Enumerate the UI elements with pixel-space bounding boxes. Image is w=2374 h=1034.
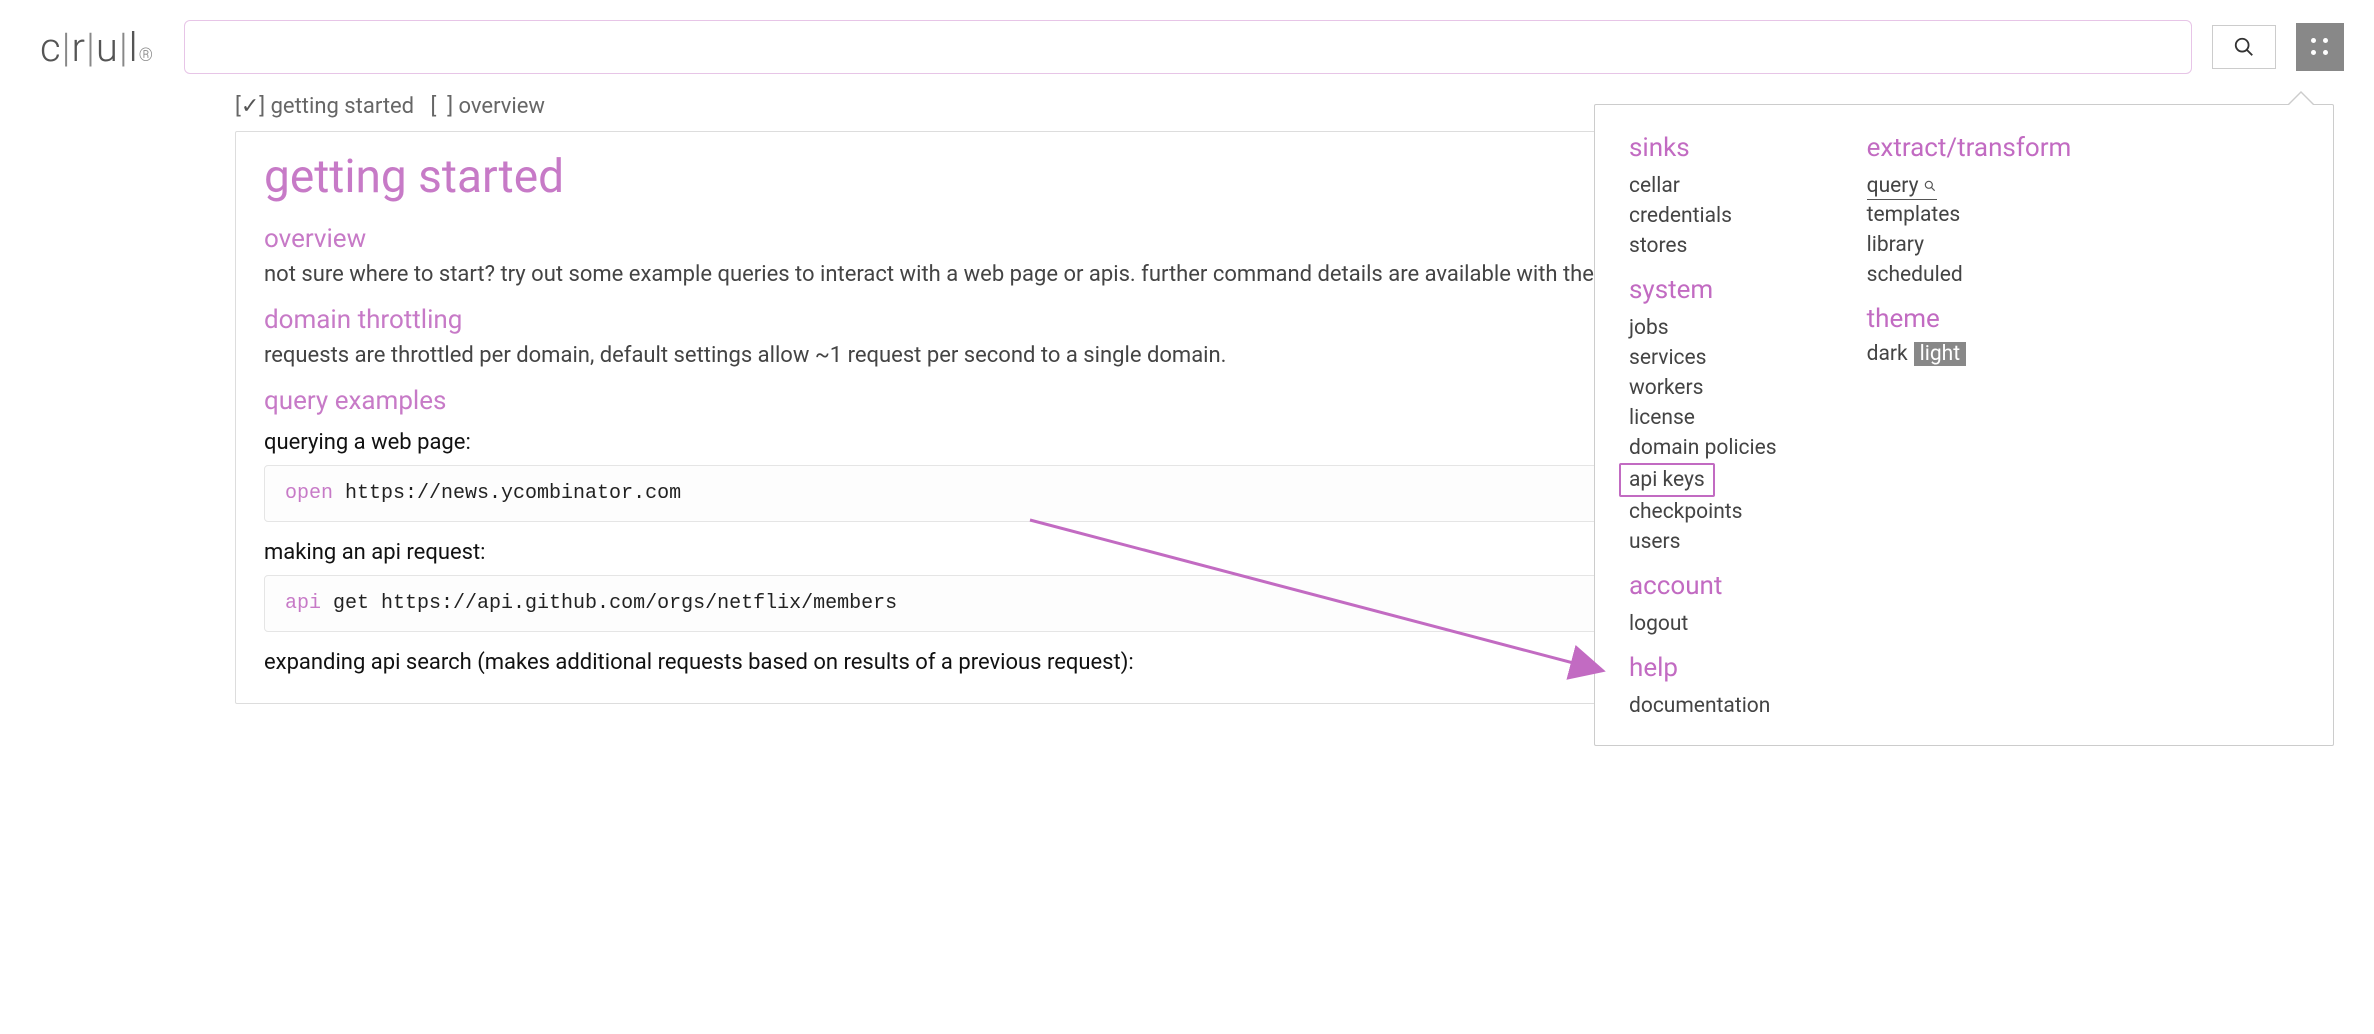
dd-item-jobs[interactable]: jobs xyxy=(1629,313,1777,343)
dd-heading-sinks: sinks xyxy=(1629,133,1777,163)
search-button[interactable] xyxy=(2212,25,2276,69)
theme-dark[interactable]: dark xyxy=(1867,342,1908,366)
theme-toggle[interactable]: dark light xyxy=(1867,342,2072,366)
app-header: c|r|u|l® xyxy=(0,0,2374,94)
dropdown-col-2: extract/transform query templates librar… xyxy=(1867,133,2072,721)
dd-item-stores[interactable]: stores xyxy=(1629,231,1777,261)
dd-item-logout[interactable]: logout xyxy=(1629,609,1777,639)
dd-item-services[interactable]: services xyxy=(1629,343,1777,373)
dd-item-users[interactable]: users xyxy=(1629,527,1777,557)
menu-button[interactable] xyxy=(2296,23,2344,71)
tab-getting-started[interactable]: [✓] getting started xyxy=(235,94,414,119)
search-icon xyxy=(1923,179,1937,193)
dd-item-license[interactable]: license xyxy=(1629,403,1777,433)
dd-heading-help: help xyxy=(1629,653,1777,683)
grid-icon xyxy=(2311,38,2329,56)
dd-item-checkpoints[interactable]: checkpoints xyxy=(1629,497,1777,527)
dd-heading-theme: theme xyxy=(1867,304,2072,334)
dd-heading-system: system xyxy=(1629,275,1777,305)
dropdown-col-1: sinks cellar credentials stores system j… xyxy=(1629,133,1777,721)
query-input[interactable] xyxy=(184,20,2192,74)
main-menu-dropdown: sinks cellar credentials stores system j… xyxy=(1594,104,2334,746)
logo: c|r|u|l® xyxy=(40,24,164,71)
dd-item-domain-policies[interactable]: domain policies xyxy=(1629,433,1777,463)
search-icon xyxy=(2233,36,2255,58)
dd-item-api-keys[interactable]: api keys xyxy=(1619,463,1715,497)
dd-item-cellar[interactable]: cellar xyxy=(1629,171,1777,201)
tab-overview[interactable]: [ ] overview xyxy=(430,94,544,119)
theme-light[interactable]: light xyxy=(1914,342,1966,366)
dd-item-query[interactable]: query xyxy=(1867,171,1937,200)
dd-item-templates[interactable]: templates xyxy=(1867,200,2072,230)
dd-item-library[interactable]: library xyxy=(1867,230,2072,260)
dd-item-scheduled[interactable]: scheduled xyxy=(1867,260,2072,290)
dd-heading-extract: extract/transform xyxy=(1867,133,2072,163)
dd-item-workers[interactable]: workers xyxy=(1629,373,1777,403)
dd-heading-account: account xyxy=(1629,571,1777,601)
dd-item-credentials[interactable]: credentials xyxy=(1629,201,1777,231)
dd-item-documentation[interactable]: documentation xyxy=(1629,691,1777,721)
